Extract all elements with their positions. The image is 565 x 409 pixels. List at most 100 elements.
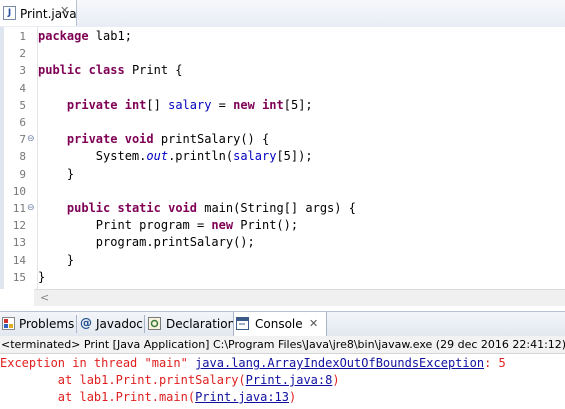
java-file-icon: J [3,6,16,20]
code-line[interactable]: 3 public class Print { [0,62,565,79]
code-token: Print program = [38,218,212,233]
code-token: [5]; [283,97,313,112]
field-token: salary [233,149,277,164]
scroll-left-icon[interactable]: < [40,291,49,304]
code-token: } [38,269,46,284]
stack-trace-link[interactable]: Print.java:8 [246,373,333,387]
code-text: private int[] salary = new int[5]; [38,98,313,112]
line-number: 15 [12,270,26,284]
tab-console-label: Console [255,317,303,331]
keyword-token: package [38,29,89,43]
line-number: 10 [12,184,26,198]
editor-tab-print-java[interactable]: J Print.java ✕ [0,0,77,26]
code-line[interactable]: 1 package lab1; [0,28,565,45]
line-number: 7 [19,133,26,147]
code-editor[interactable]: < 1 package lab1; 2 3 public class Print {4 5… [0,27,565,306]
console-icon [236,317,249,330]
keyword-token: new [233,97,255,112]
console-line: at lab1.Print.main(Print.java:13) [0,390,296,407]
code-text: package lab1; [38,29,132,43]
keyword-token: int [124,97,147,112]
keyword-token: private [66,132,118,147]
fold-collapse-icon[interactable]: ⊖ [27,134,35,144]
code-line[interactable]: 4 [0,80,565,97]
close-icon[interactable]: ✕ [309,317,318,330]
code-token: System. [38,149,147,164]
code-line[interactable]: 8 System.out.println(salary[5]); [0,148,565,165]
line-number: 14 [12,253,26,267]
console-status-bar: <terminated> Print [Java Application] C:… [0,336,565,354]
code-token: printSalary() { [153,132,270,147]
console-text: ) [289,390,297,404]
code-line[interactable]: 2 [0,45,565,62]
code-text: public class Print { [38,63,183,77]
horizontal-scrollbar[interactable]: < [34,289,565,306]
line-number: 12 [12,219,26,233]
code-text: System.out.println(salary[5]); [38,149,313,163]
line-number: 6 [19,116,26,129]
keyword-token: public [38,63,82,78]
code-token: = [211,97,234,112]
code-token: [5]); [276,149,313,164]
tab-javadoc-label: Javadoc [96,317,143,331]
code-token: .println( [168,149,234,164]
code-text: } [38,270,45,284]
tab-separator [144,315,145,333]
console-text: ) [332,373,340,387]
code-line[interactable]: 11 ⊖ public static void main(String[] arg… [0,200,565,217]
exception-link[interactable]: java.lang.ArrayIndexOutOfBoundsException [195,356,484,370]
line-number: 2 [19,47,26,61]
keyword-token: new [211,218,234,233]
editor-tab-bar: J Print.java ✕ [0,0,565,28]
field-token: salary [168,97,212,112]
keyword-token: static [117,201,161,215]
code-text: private void printSalary() { [38,132,269,146]
fold-collapse-icon[interactable]: ⊖ [27,203,35,213]
code-line[interactable]: 10 [0,183,565,200]
code-line[interactable]: 7 ⊖ private void printSalary() { [0,131,565,148]
tab-problems[interactable]: Problems [0,312,75,336]
console-text: Exception in thread "main" [0,356,196,370]
line-number: 3 [19,64,26,78]
console-text: at lab1.Print.main( [0,390,196,404]
code-line[interactable]: 9 } [0,166,565,183]
code-token: } [38,252,75,267]
code-line[interactable]: 12 Print program = new Print(); [0,217,565,234]
tab-separator [76,315,77,333]
console-line: Exception in thread "main" java.lang.Arr… [0,356,506,373]
code-line[interactable]: 5 private int[] salary = new int[5]; [0,97,565,114]
code-token: Print { [124,63,183,78]
field-token: out [146,149,169,164]
keyword-token: public [66,201,111,215]
console-output[interactable]: Exception in thread "main" java.lang.Arr… [0,354,565,409]
code-token: program.printSalary(); [38,235,255,250]
tab-declaration[interactable]: Declaration [146,312,235,336]
stack-trace-link[interactable]: Print.java:13 [195,390,289,404]
code-token: [] [146,97,169,112]
line-number: 13 [12,236,26,250]
keyword-token: void [168,201,197,215]
code-line[interactable]: 6 [0,114,565,131]
keyword-token: void [124,132,154,147]
declaration-icon [148,317,161,330]
code-text: public static void main(String[] args) { [38,201,356,215]
tab-javadoc[interactable]: @ Javadoc [78,312,143,336]
code-token: } [38,166,75,181]
tab-console[interactable]: Console ✕ [233,312,327,336]
code-line[interactable]: 13 program.printSalary(); [0,234,565,251]
code-line[interactable]: 15} [0,269,565,286]
code-line[interactable]: 14 } [0,252,565,269]
keyword-token: private [66,97,118,112]
console-text: at lab1.Print.printSalary( [0,373,246,387]
close-icon[interactable]: ✕ [60,5,70,16]
console-line: at lab1.Print.printSalary(Print.java:8) [0,373,340,390]
code-token: main(String[] args) { [197,201,356,215]
javadoc-icon: @ [80,316,92,330]
